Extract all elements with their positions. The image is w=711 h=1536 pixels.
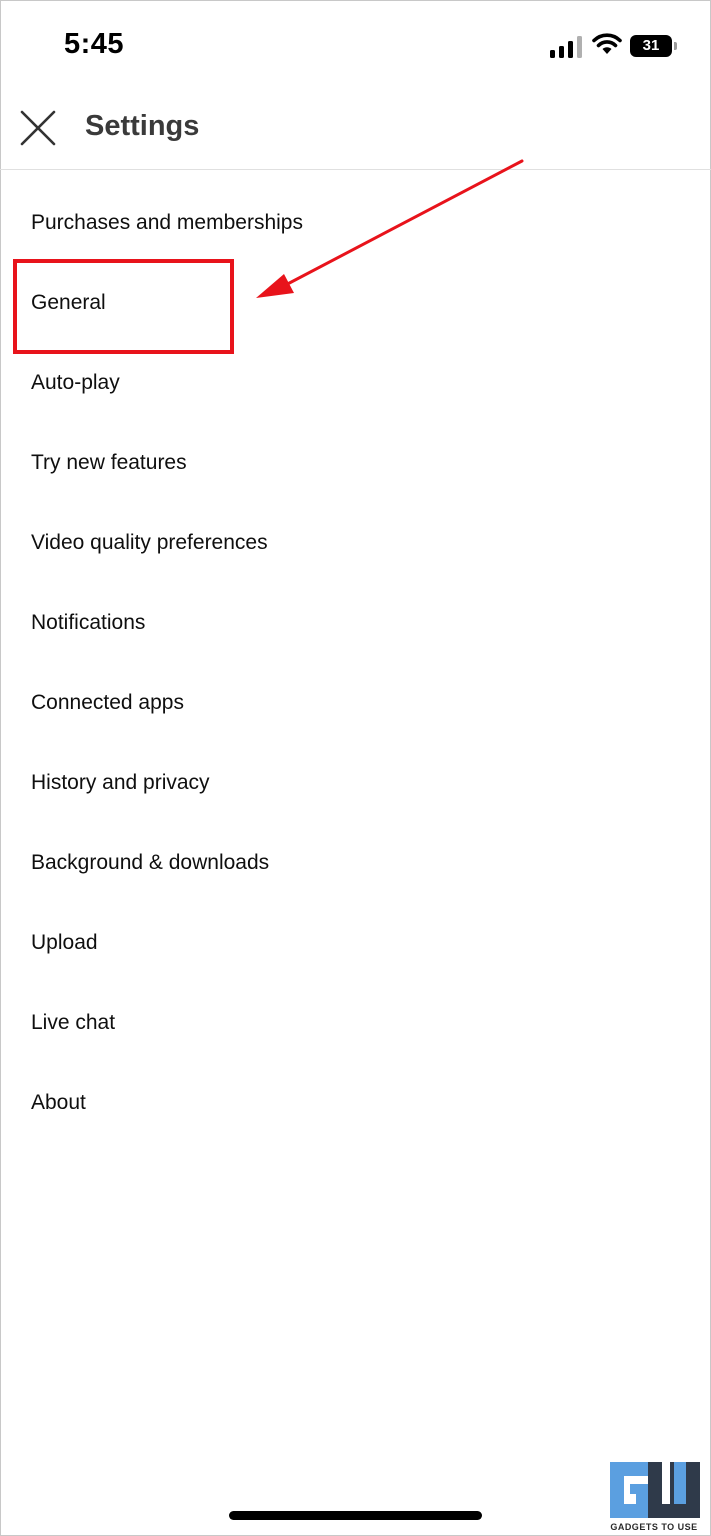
settings-item-auto-play[interactable]: Auto-play bbox=[0, 344, 711, 424]
settings-item-notifications[interactable]: Notifications bbox=[0, 584, 711, 664]
settings-item-label: Background & downloads bbox=[31, 851, 270, 874]
status-bar: 5:45 31 bbox=[0, 0, 711, 92]
annotation-arrow-icon bbox=[256, 159, 524, 298]
annotation-highlight-box bbox=[13, 259, 234, 354]
settings-item-label: History and privacy bbox=[31, 771, 210, 794]
settings-item-label: Upload bbox=[31, 931, 98, 954]
settings-item-upload[interactable]: Upload bbox=[0, 904, 711, 984]
watermark-caption: GADGETS TO USE bbox=[610, 1522, 698, 1532]
signal-bars-icon bbox=[550, 36, 582, 58]
gadgets-to-use-logo: GADGETS TO USE bbox=[604, 1460, 704, 1532]
settings-item-history-privacy[interactable]: History and privacy bbox=[0, 744, 711, 824]
settings-item-live-chat[interactable]: Live chat bbox=[0, 984, 711, 1064]
settings-item-label: About bbox=[31, 1091, 86, 1114]
page-title: Settings bbox=[85, 110, 200, 142]
settings-item-label: Auto-play bbox=[31, 371, 120, 394]
settings-item-about[interactable]: About bbox=[0, 1064, 711, 1144]
battery-tip bbox=[674, 42, 677, 50]
status-time: 5:45 bbox=[64, 28, 125, 60]
home-indicator[interactable] bbox=[229, 1511, 482, 1520]
wifi-icon bbox=[592, 33, 622, 54]
settings-item-label: Video quality preferences bbox=[31, 531, 268, 554]
close-icon[interactable] bbox=[18, 108, 58, 148]
battery-icon: 31 bbox=[630, 35, 678, 57]
settings-item-label: Try new features bbox=[31, 451, 187, 474]
settings-item-background-downloads[interactable]: Background & downloads bbox=[0, 824, 711, 904]
settings-item-try-new-features[interactable]: Try new features bbox=[0, 424, 711, 504]
settings-item-video-quality[interactable]: Video quality preferences bbox=[0, 504, 711, 584]
settings-item-label: Connected apps bbox=[31, 691, 184, 714]
gadgets-to-use-logo-icon bbox=[610, 1462, 700, 1518]
settings-item-label: Notifications bbox=[31, 611, 146, 634]
battery-level: 31 bbox=[630, 35, 672, 57]
settings-item-connected-apps[interactable]: Connected apps bbox=[0, 664, 711, 744]
settings-item-label: Live chat bbox=[31, 1011, 116, 1034]
